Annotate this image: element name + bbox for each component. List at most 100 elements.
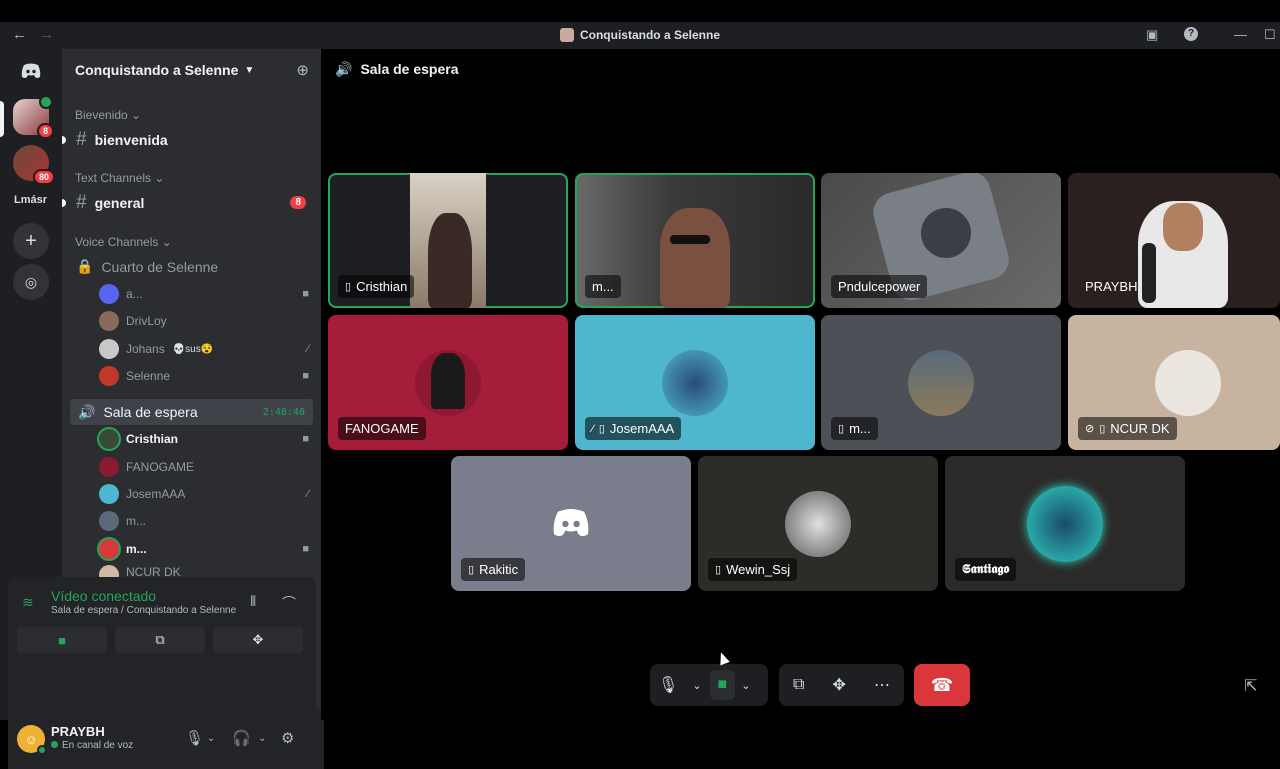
speaker-icon: 🔊 — [335, 61, 353, 77]
video-tile[interactable]: ⊘ ▯ NCUR DK — [1068, 315, 1280, 450]
voice-user[interactable]: FANOGAME — [99, 456, 309, 478]
server-2-icon[interactable]: 80 — [13, 145, 55, 185]
avatar — [99, 284, 119, 304]
camera-icon[interactable]: ■ — [709, 670, 736, 700]
username[interactable]: PRAYBH — [51, 724, 105, 739]
more-options-icon[interactable]: ⋯ — [874, 675, 890, 695]
popout-icon[interactable]: ⇱ — [1244, 676, 1257, 696]
video-tile[interactable]: FANOGAME — [328, 315, 568, 450]
microphone-icon[interactable]: 🎙 — [658, 675, 678, 695]
category-text-channels[interactable]: Text Channels ⌄ — [75, 171, 164, 185]
channel-bienvenida[interactable]: # bienvenida — [76, 129, 168, 151]
person-silhouette — [428, 213, 472, 308]
disconnect-icon[interactable]: ⌒ — [282, 593, 296, 613]
activities-icon[interactable]: ✥ — [833, 675, 846, 695]
channel-sidebar: Conquistando a Selenne ▼ ⊕ Bievenido ⌄ # b… — [8, 49, 324, 769]
voice-channel-cuarto[interactable]: 🔒 Cuarto de Selenne — [76, 258, 218, 275]
chevron-down-icon[interactable]: ⌄ — [741, 679, 750, 692]
video-tile[interactable]: PRAYBH — [1068, 173, 1280, 308]
category-voice-channels[interactable]: Voice Channels ⌄ — [75, 235, 172, 249]
mention-badge: 8 — [290, 196, 306, 209]
headphones-icon[interactable]: 🎧 — [232, 729, 251, 747]
voice-user[interactable]: Cristhian ■ — [99, 428, 309, 450]
unread-dot — [62, 199, 66, 207]
voice-user[interactable]: JosemAAA ⁄ — [99, 483, 309, 505]
avatar[interactable]: ☺ — [17, 725, 47, 755]
chevron-down-icon[interactable]: ⌄ — [207, 733, 215, 744]
video-icon: ■ — [302, 370, 309, 382]
category-welcome[interactable]: Bievenido ⌄ — [75, 108, 141, 122]
user-status: En canal de voz — [51, 740, 133, 751]
video-tile[interactable]: ▯ Cristhian — [328, 173, 568, 308]
activities-button[interactable]: ✥ — [213, 627, 303, 653]
voice-status[interactable]: Vídeo conectado — [51, 588, 156, 604]
user-panel: ☺ PRAYBH En canal de voz 🎙 ⌄ 🎧 ⌄ ⚙ — [8, 709, 324, 769]
video-tile[interactable]: ▯ m... — [821, 315, 1061, 450]
server-avatar-icon — [559, 28, 574, 42]
server-conquistando-icon[interactable]: 8 — [13, 95, 54, 139]
help-icon[interactable]: ? — [1184, 27, 1198, 41]
camera-icon: ■ — [58, 632, 66, 648]
video-tile[interactable]: m... — [575, 173, 815, 308]
explore-compass-icon[interactable]: ◎ — [13, 264, 49, 300]
tile-name-label: Pndulcepower — [831, 275, 928, 298]
tile-name-label: ▯ Cristhian — [338, 275, 415, 298]
channel-general[interactable]: # general — [76, 192, 144, 214]
camera-toggle-button[interactable]: ■ — [17, 627, 107, 653]
tile-name-label: ⊘ ▯ NCUR DK — [1078, 417, 1177, 440]
avatar — [99, 565, 119, 577]
screen-share-icon: ⧉ — [155, 632, 165, 647]
avatar — [99, 511, 119, 531]
voice-user[interactable]: Selenne ■ — [99, 365, 309, 387]
settings-gear-icon[interactable]: ⚙ — [281, 729, 294, 747]
phone-hangup-icon: ☎ — [930, 674, 954, 695]
face — [1163, 203, 1203, 251]
window-title: Conquistando a Selenne — [0, 28, 1280, 42]
voice-user[interactable]: Johans 💀sus😵 ⁄ — [99, 338, 309, 360]
avatar — [1027, 485, 1103, 562]
voice-user[interactable]: m... — [99, 510, 309, 532]
maximize-icon[interactable]: ☐ — [1264, 27, 1276, 43]
voice-user[interactable]: DrivLoy — [99, 310, 309, 332]
stage-header: 🔊 Sala de espera — [335, 61, 459, 78]
lock-icon: 🔒 — [76, 258, 94, 274]
screen-share-icon[interactable]: ⧉ — [793, 676, 804, 694]
hang-up-button[interactable]: ☎ — [914, 664, 970, 706]
screen-share-button[interactable]: ⧉ — [115, 627, 205, 653]
video-tile[interactable]: 𝕾𝖆𝖓𝖙𝖎𝖆𝖌𝖔 — [945, 456, 1185, 591]
voice-user[interactable]: a... ■ — [99, 283, 309, 305]
voice-location[interactable]: Sala de espera / Conquistando a Selenne — [51, 605, 236, 616]
noise-suppression-icon[interactable]: ⦀ — [250, 593, 256, 610]
avatar — [99, 339, 119, 359]
hash-icon: # — [76, 129, 87, 150]
add-server-icon[interactable]: + — [13, 223, 49, 259]
chevron-down-icon[interactable]: ⌄ — [692, 679, 701, 692]
voice-connection-panel: ≋ Vídeo conectado Sala de espera / Conqu… — [8, 577, 316, 709]
more-servers-label[interactable]: Lmásr — [14, 194, 47, 206]
video-tile[interactable]: ▯ Wewin_Ssj — [698, 456, 938, 591]
voice-user[interactable]: m... ■ — [99, 538, 309, 560]
video-tile[interactable]: Pndulcepower — [821, 173, 1061, 308]
voice-user[interactable]: NCUR DK — [99, 565, 309, 577]
avatar — [1155, 349, 1221, 416]
mobile-icon: ▯ — [345, 281, 352, 293]
chevron-down-icon[interactable]: ⌄ — [258, 733, 266, 744]
call-actions: ⧉ ✥ ⋯ — [779, 664, 904, 706]
muted-mic-icon: ⁄ — [307, 488, 309, 500]
mobile-icon: ▯ — [715, 564, 722, 576]
microphone-icon[interactable]: 🎙 — [185, 729, 204, 747]
avatar — [99, 311, 119, 331]
invite-people-icon[interactable]: ⊕ — [296, 61, 309, 79]
video-off-icon: ⊘ — [1085, 423, 1095, 435]
discord-home-icon[interactable] — [13, 53, 49, 89]
tile-name-label: 𝕾𝖆𝖓𝖙𝖎𝖆𝖌𝖔 — [955, 558, 1017, 581]
avatar — [99, 429, 119, 449]
mobile-icon: ▯ — [1099, 423, 1106, 435]
video-tile[interactable]: ▯ Rakitic — [451, 456, 691, 591]
inbox-icon[interactable]: ▣ — [1146, 27, 1158, 43]
minimize-icon[interactable]: — — [1234, 27, 1247, 42]
voice-channel-sala[interactable]: 🔊 Sala de espera 2:48:40 — [70, 399, 313, 425]
video-tile[interactable]: ⁄ ▯ JosemAAA — [575, 315, 815, 450]
chevron-down-icon: ▼ — [244, 64, 255, 76]
server-header[interactable]: Conquistando a Selenne ▼ — [62, 49, 321, 91]
